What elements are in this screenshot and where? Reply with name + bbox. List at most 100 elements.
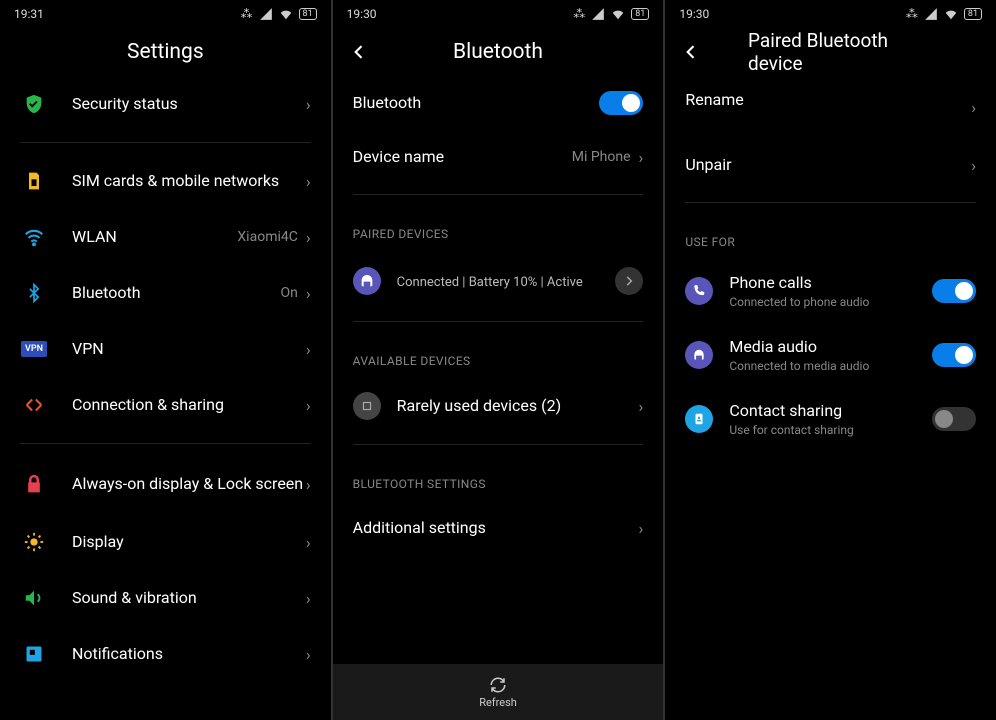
contact-icon: [685, 405, 713, 433]
shield-icon: [20, 90, 48, 118]
header: Settings: [0, 28, 331, 76]
label: VPN: [72, 339, 306, 359]
paired-device-screen: 19:30 ⁂ 81 Paired Bluetooth device Renam…: [665, 0, 996, 720]
value: On: [280, 285, 297, 301]
row-phone-calls[interactable]: Phone calls Connected to phone audio: [665, 259, 996, 323]
content[interactable]: Rename › Unpair › USE FOR Phone calls Co…: [665, 76, 996, 720]
status-right: ⁂ 81: [241, 7, 317, 21]
back-button[interactable]: [347, 40, 371, 64]
chevron-right-icon: ›: [306, 228, 311, 247]
signal-icon: [924, 7, 938, 21]
row-sound[interactable]: Sound & vibration ›: [0, 570, 331, 626]
row-security-status[interactable]: Security status ›: [0, 76, 331, 132]
row-vpn[interactable]: VPN VPN ›: [0, 321, 331, 377]
lock-icon: [20, 470, 48, 498]
chevron-right-icon: ›: [971, 98, 976, 117]
chevron-right-icon: ›: [306, 284, 311, 303]
device-name-value: [685, 112, 971, 124]
row-rename[interactable]: Rename ›: [665, 76, 996, 138]
label: SIM cards & mobile networks: [72, 171, 306, 191]
contact-sharing-toggle[interactable]: [932, 407, 976, 431]
phone-icon: [685, 277, 713, 305]
label: Device name: [353, 147, 572, 167]
bluetooth-icon: [20, 279, 48, 307]
brightness-icon: [20, 528, 48, 556]
chevron-right-icon: ›: [306, 340, 311, 359]
refresh-label: Refresh: [479, 696, 517, 709]
row-rarely-used[interactable]: Rarely used devices (2) ›: [333, 378, 664, 434]
row-media-audio[interactable]: Media audio Connected to media audio: [665, 323, 996, 387]
status-bar: 19:30 ⁂ 81: [333, 0, 664, 28]
label: Notifications: [72, 644, 306, 664]
sim-icon: [20, 167, 48, 195]
headphones-icon: [353, 267, 381, 295]
row-additional-settings[interactable]: Additional settings ›: [333, 501, 664, 555]
chevron-right-icon: ›: [306, 589, 311, 608]
label: Phone calls: [729, 273, 932, 293]
page-title: Bluetooth: [453, 40, 543, 64]
chevron-right-icon: ›: [306, 645, 311, 664]
wifi-icon: [279, 7, 293, 21]
media-audio-toggle[interactable]: [932, 343, 976, 367]
paired-status: Connected | Battery 10% | Active: [397, 275, 616, 290]
row-unpair[interactable]: Unpair ›: [665, 138, 996, 192]
label: Always-on display & Lock screen: [72, 474, 306, 494]
status-time: 19:31: [14, 7, 44, 21]
divider: [353, 321, 644, 322]
label: Rarely used devices (2): [397, 396, 639, 416]
label: Sound & vibration: [72, 588, 306, 608]
divider: [20, 443, 311, 444]
header: Paired Bluetooth device: [665, 28, 996, 76]
row-always-on-display[interactable]: Always-on display & Lock screen ›: [0, 454, 331, 514]
label: Rename: [685, 90, 971, 110]
row-notifications[interactable]: Notifications ›: [0, 626, 331, 682]
row-device-name[interactable]: Device name Mi Phone ›: [333, 130, 664, 184]
battery-icon: 81: [631, 8, 649, 20]
row-paired-device[interactable]: Connected | Battery 10% | Active: [333, 251, 664, 311]
divider: [685, 202, 976, 203]
label: Unpair: [685, 155, 971, 175]
sub: Connected to phone audio: [729, 295, 932, 309]
chevron-right-icon: ›: [639, 148, 644, 167]
phone-calls-toggle[interactable]: [932, 279, 976, 303]
section-settings: BLUETOOTH SETTINGS: [333, 455, 664, 501]
bluetooth-status-icon: ⁂: [906, 7, 918, 21]
header: Bluetooth: [333, 28, 664, 76]
speaker-icon: [20, 584, 48, 612]
value: Mi Phone: [572, 149, 631, 165]
bluetooth-toggle[interactable]: [599, 91, 643, 115]
row-bluetooth[interactable]: Bluetooth On ›: [0, 265, 331, 321]
status-bar: 19:31 ⁂ 81: [0, 0, 331, 28]
status-right: ⁂ 81: [573, 7, 649, 21]
chevron-right-icon: ›: [306, 95, 311, 114]
device-details-button[interactable]: [615, 267, 643, 295]
signal-icon: [591, 7, 605, 21]
status-right: ⁂ 81: [906, 7, 982, 21]
refresh-button[interactable]: Refresh: [333, 664, 664, 720]
row-connection-sharing[interactable]: Connection & sharing ›: [0, 377, 331, 433]
label: Contact sharing: [729, 401, 932, 421]
row-bluetooth-toggle[interactable]: Bluetooth: [333, 76, 664, 130]
content[interactable]: Bluetooth Device name Mi Phone › PAIRED …: [333, 76, 664, 664]
page-title: Settings: [127, 40, 204, 64]
sub: Use for contact sharing: [729, 423, 932, 437]
value: Xiaomi4C: [237, 229, 297, 245]
chevron-right-icon: ›: [971, 156, 976, 175]
row-contact-sharing[interactable]: Contact sharing Use for contact sharing: [665, 387, 996, 451]
share-icon: [20, 391, 48, 419]
label: WLAN: [72, 227, 237, 247]
signal-icon: [259, 7, 273, 21]
label: Additional settings: [353, 518, 639, 538]
battery-icon: 81: [964, 8, 982, 20]
status-time: 19:30: [679, 7, 709, 21]
bluetooth-status-icon: ⁂: [573, 7, 585, 21]
back-button[interactable]: [679, 40, 703, 64]
wifi-icon: [944, 7, 958, 21]
divider: [353, 444, 644, 445]
section-available: AVAILABLE DEVICES: [333, 332, 664, 378]
row-display[interactable]: Display ›: [0, 514, 331, 570]
row-wlan[interactable]: WLAN Xiaomi4C ›: [0, 209, 331, 265]
row-sim-cards[interactable]: SIM cards & mobile networks ›: [0, 153, 331, 209]
content[interactable]: Security status › SIM cards & mobile net…: [0, 76, 331, 720]
status-time: 19:30: [347, 7, 377, 21]
